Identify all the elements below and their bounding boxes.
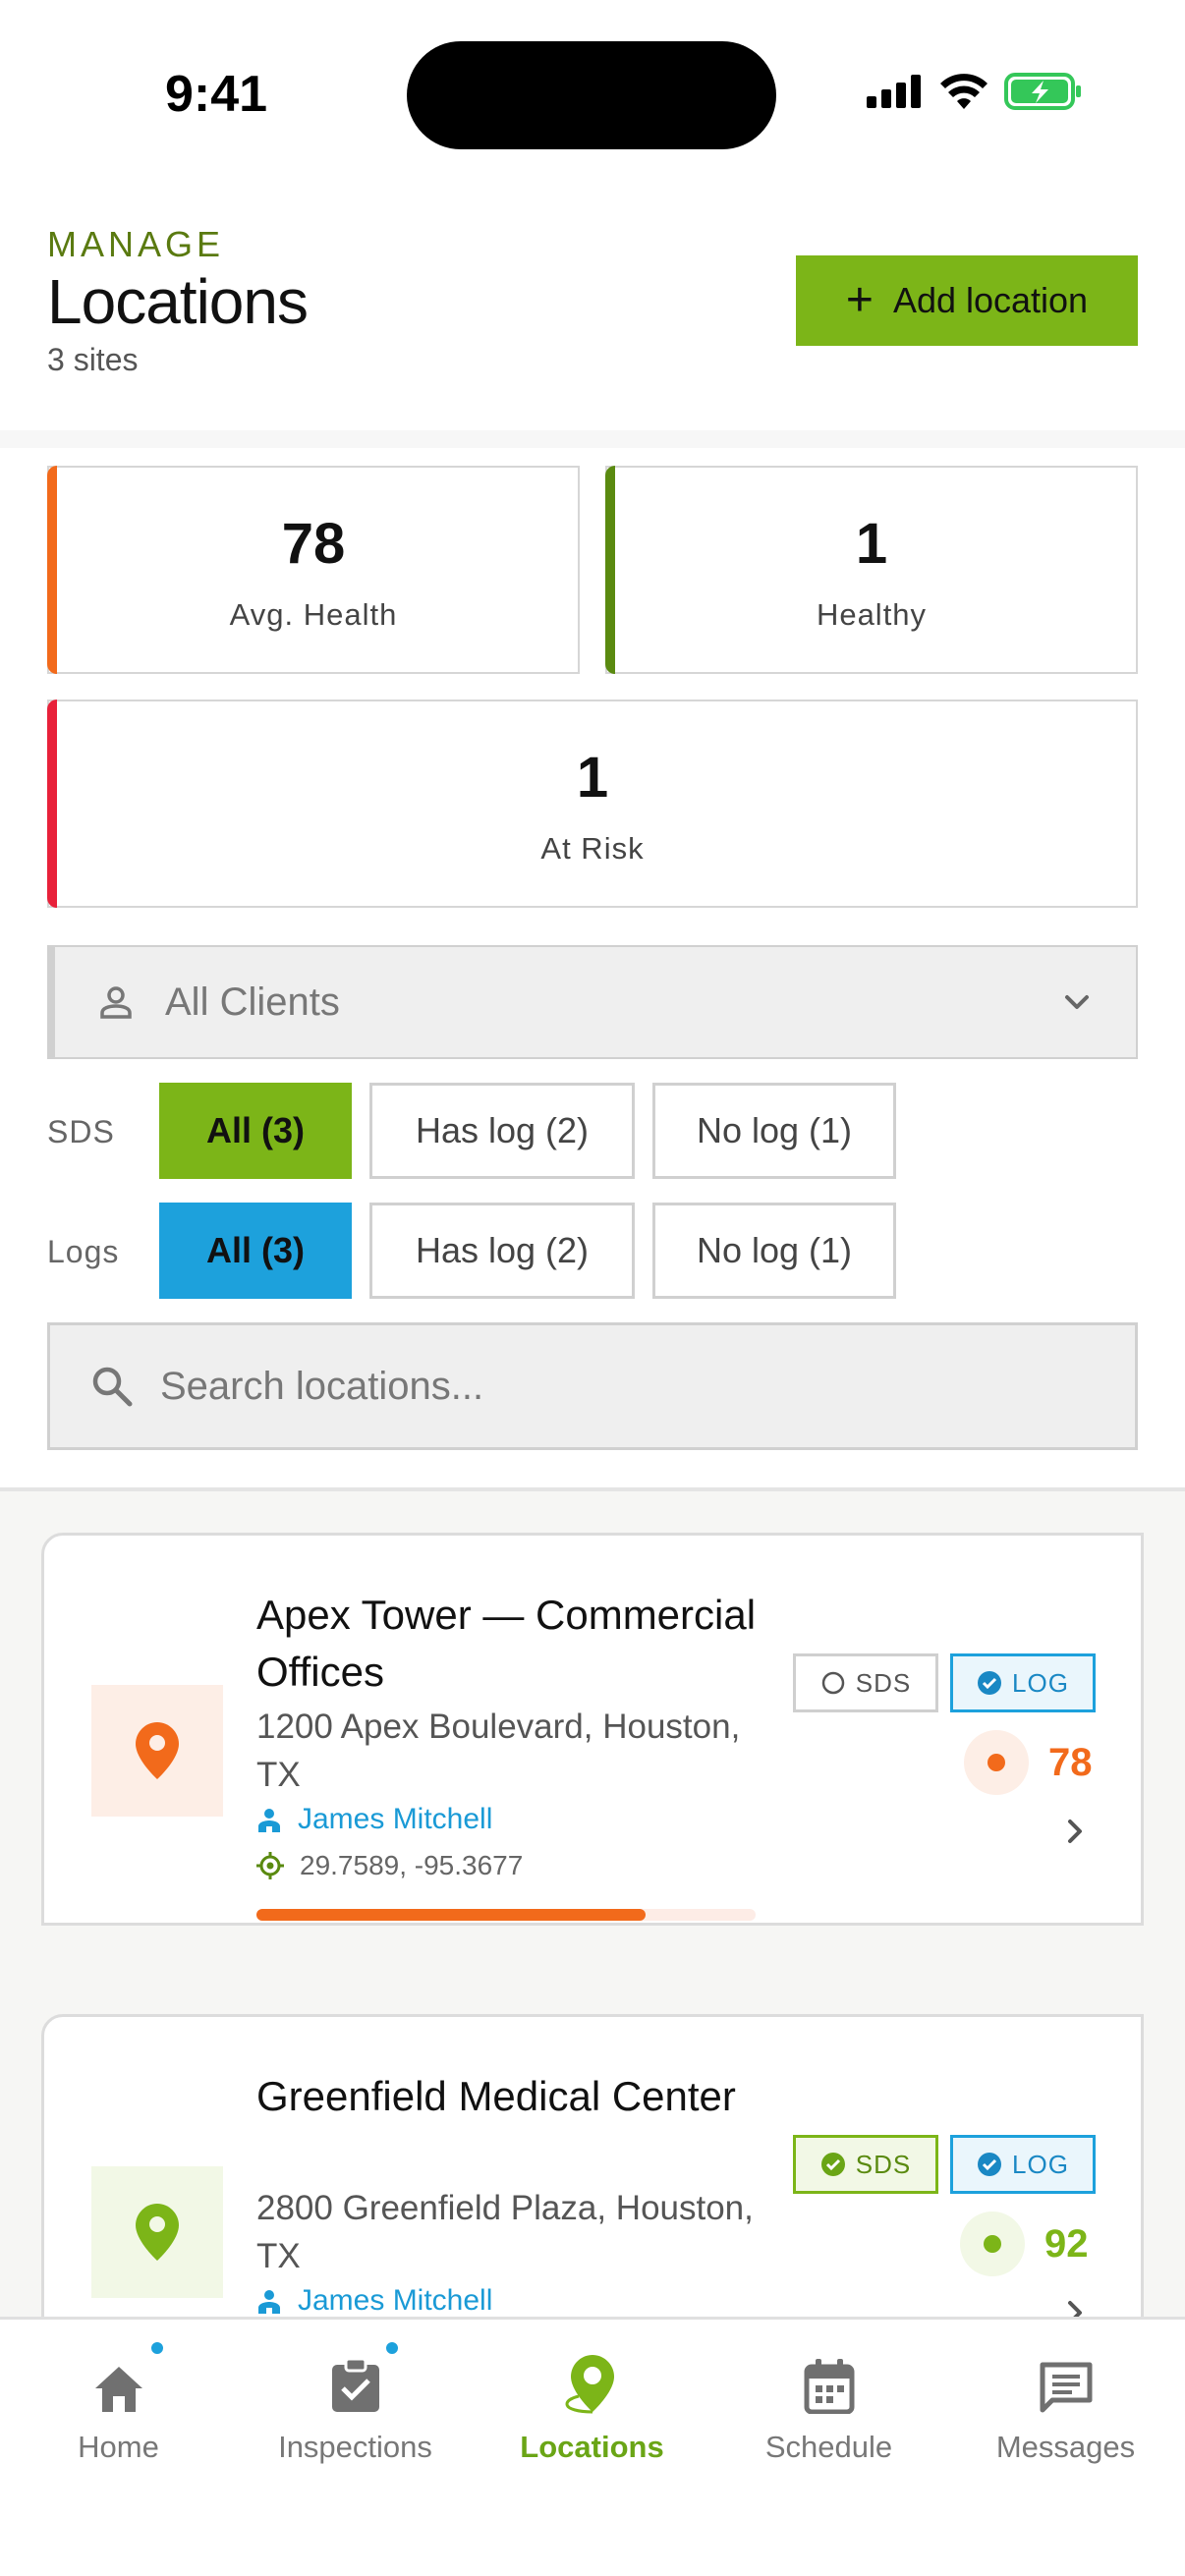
- location-name: Greenfield Medical Center: [256, 2073, 736, 2119]
- location-name: Apex Tower — Commercial Offices: [256, 1592, 757, 1695]
- client-select-value: All Clients: [165, 980, 340, 1024]
- sds-badge-label: SDS: [855, 2149, 912, 2179]
- health-bar: [256, 1909, 756, 1921]
- location-address: 1200 Apex Boulevard, Houston, TX: [256, 1708, 741, 1794]
- wifi-icon: [940, 74, 988, 109]
- location-pin-icon: [136, 1722, 179, 1779]
- stat-value: 78: [281, 512, 346, 576]
- sds-badge: SDS: [793, 2135, 938, 2194]
- search-input[interactable]: [160, 1364, 1044, 1409]
- logs-filter-all[interactable]: All (3): [159, 1203, 352, 1299]
- location-owner[interactable]: James Mitchell: [256, 2284, 492, 2317]
- battery-charging-icon: [1004, 73, 1081, 110]
- location-pin-icon: [564, 2355, 614, 2414]
- logs-filter-has-log[interactable]: Has log (2): [369, 1203, 635, 1299]
- cellular-signal-icon: [867, 75, 921, 108]
- score-value: 78: [1048, 1740, 1093, 1784]
- log-badge: LOG: [950, 1653, 1096, 1712]
- add-location-button[interactable]: + Add location: [796, 255, 1138, 346]
- page-title: Locations: [47, 266, 309, 337]
- client-select[interactable]: All Clients: [47, 945, 1138, 1059]
- add-location-label: Add location: [892, 280, 1089, 320]
- tab-label: Schedule: [764, 2430, 893, 2464]
- status-bar: 9:41: [0, 0, 1185, 177]
- tab-messages[interactable]: Messages: [947, 2341, 1184, 2479]
- tab-label: Home: [78, 2430, 159, 2464]
- stat-card-avg-health: 78 Avg. Health: [47, 466, 580, 674]
- location-thumbnail: [91, 2166, 223, 2298]
- site-count: 3 sites: [47, 342, 139, 377]
- crosshair-icon: [256, 1852, 284, 1879]
- sds-filter-has-log[interactable]: Has log (2): [369, 1083, 635, 1179]
- stat-card-healthy: 1 Healthy: [605, 466, 1138, 674]
- chevron-right-icon[interactable]: [1064, 2298, 1086, 2317]
- search-icon: [92, 1367, 133, 1407]
- sds-badge: SDS: [793, 1653, 938, 1712]
- stat-label: At Risk: [540, 831, 645, 866]
- log-badge-label: LOG: [1012, 2149, 1069, 2179]
- tab-label: Locations: [520, 2430, 664, 2464]
- home-icon: [94, 2367, 142, 2412]
- sds-filter-label: SDS: [47, 1114, 115, 1149]
- calendar-icon: [804, 2359, 854, 2414]
- tab-home[interactable]: Home: [0, 2339, 237, 2479]
- tab-label: Inspections: [278, 2430, 432, 2464]
- location-thumbnail: [91, 1685, 223, 1817]
- stat-label: Healthy: [816, 597, 928, 632]
- check-circle-icon: [978, 1671, 1002, 1695]
- bottom-tab-bar: Home Inspections Locations Schedule Mess…: [0, 2317, 1185, 2576]
- sds-filter-no-log[interactable]: No log (1): [652, 1083, 896, 1179]
- logs-filter-label: Logs: [47, 1234, 120, 1269]
- location-coordinates: 29.7589, -95.3677: [256, 1850, 523, 1881]
- score-value: 92: [1044, 2221, 1089, 2266]
- check-circle-icon: [978, 2153, 1002, 2176]
- tab-locations[interactable]: Locations: [474, 2341, 710, 2479]
- health-bar-fill: [256, 1909, 647, 1921]
- user-icon: [258, 1809, 280, 1832]
- plus-icon: +: [845, 274, 874, 326]
- log-badge-label: LOG: [1012, 1667, 1069, 1698]
- tab-label: Messages: [995, 2430, 1136, 2464]
- page-eyebrow: MANAGE: [47, 224, 225, 264]
- score-indicator: [960, 2212, 1025, 2276]
- score-indicator: [964, 1730, 1029, 1795]
- location-card[interactable]: Apex Tower — Commercial Offices 1200 Ape…: [41, 1533, 1144, 1926]
- stat-card-at-risk: 1 At Risk: [47, 700, 1138, 908]
- location-owner[interactable]: James Mitchell: [256, 1803, 492, 1836]
- location-pin-icon: [136, 2204, 179, 2261]
- stat-value: 1: [576, 746, 609, 810]
- location-card[interactable]: Greenfield Medical Center 2800 Greenfiel…: [41, 2014, 1144, 2317]
- status-icons: [867, 73, 1083, 110]
- coords-value: 29.7589, -95.3677: [300, 1850, 524, 1880]
- notification-dot: [147, 2339, 166, 2357]
- tab-schedule[interactable]: Schedule: [710, 2341, 947, 2479]
- user-icon: [258, 2290, 280, 2314]
- person-icon: [100, 986, 132, 1019]
- chevron-down-icon: [1065, 995, 1089, 1009]
- location-address: 2800 Greenfield Plaza, Houston, TX: [256, 2189, 754, 2275]
- notification-dot: [382, 2339, 401, 2357]
- dynamic-island: [407, 41, 776, 149]
- circle-outline-icon: [821, 1671, 845, 1695]
- section-gap: [0, 430, 1185, 448]
- page-header: MANAGE Locations 3 sites + Add location: [0, 177, 1185, 430]
- health-score: 92: [960, 2212, 1089, 2276]
- owner-name: James Mitchell: [298, 1803, 493, 1835]
- chevron-right-icon[interactable]: [1064, 1817, 1086, 1846]
- stat-value: 1: [855, 512, 888, 576]
- sds-badge-label: SDS: [855, 1667, 912, 1698]
- sds-filter-all[interactable]: All (3): [159, 1083, 352, 1179]
- owner-name: James Mitchell: [298, 2284, 493, 2317]
- stat-label: Avg. Health: [229, 597, 398, 632]
- message-icon: [1040, 2362, 1092, 2413]
- tab-inspections[interactable]: Inspections: [237, 2339, 474, 2479]
- logs-filter-no-log[interactable]: No log (1): [652, 1203, 896, 1299]
- health-score: 78: [964, 1730, 1093, 1795]
- search-box[interactable]: [47, 1322, 1138, 1450]
- check-circle-icon: [820, 2153, 845, 2176]
- clipboard-check-icon: [331, 2357, 379, 2412]
- log-badge: LOG: [950, 2135, 1096, 2194]
- location-list[interactable]: Apex Tower — Commercial Offices 1200 Ape…: [0, 1491, 1185, 2317]
- status-time: 9:41: [165, 66, 268, 123]
